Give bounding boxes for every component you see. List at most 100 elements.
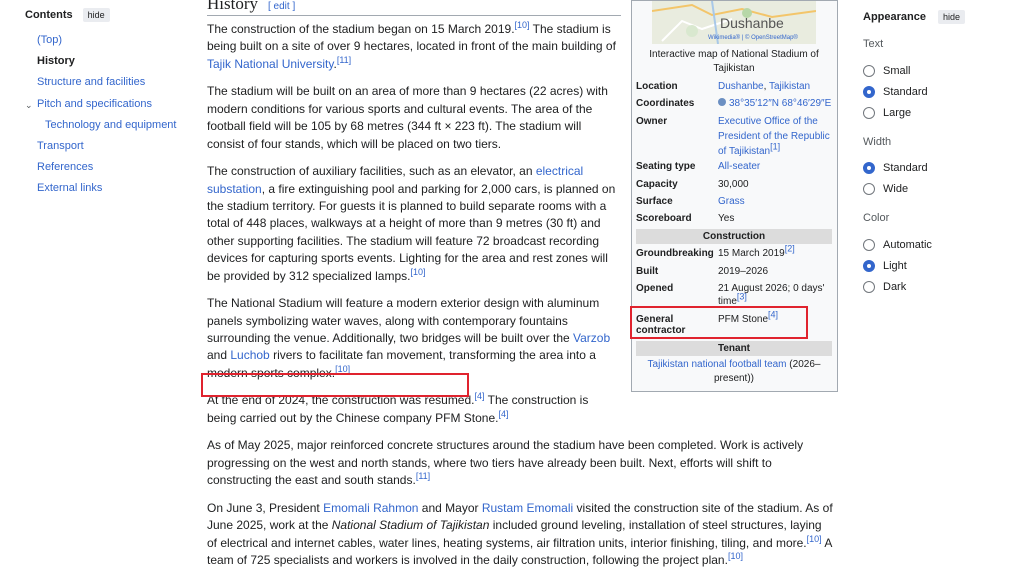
grass-link[interactable]: Grass <box>718 195 832 208</box>
paragraph-3: The construction of auxiliary facilities… <box>207 163 621 285</box>
radio-button[interactable] <box>863 85 875 98</box>
color-dark-option[interactable]: Dark <box>863 276 1013 297</box>
table-of-contents: Contents hide (Top) History Structure an… <box>25 8 185 203</box>
row-label: Surface <box>636 196 673 207</box>
infobox-row-capacity: Capacity 30,000 <box>636 178 832 191</box>
row-value: 30,000 <box>718 179 749 190</box>
reference-link[interactable]: [2] <box>785 244 795 254</box>
option-label: Large <box>883 106 912 119</box>
rustam-emomali-link[interactable]: Rustam Emomali <box>482 501 573 515</box>
toc-item-references[interactable]: References <box>25 160 185 181</box>
text: 21 August 2026; 0 days' time <box>718 283 825 307</box>
infobox-row-opened: Opened 21 August 2026; 0 days' time[3] <box>636 282 832 308</box>
map-caption: Interactive map of National Stadium of T… <box>649 49 819 74</box>
toc-item-external-links[interactable]: External links <box>25 181 185 202</box>
radio-button[interactable] <box>863 280 875 293</box>
color-light-option[interactable]: Light <box>863 255 1013 276</box>
toc-item-top[interactable]: (Top) <box>25 33 185 54</box>
radio-button[interactable] <box>863 106 875 119</box>
row-value: Executive Office of the President of the… <box>718 114 832 159</box>
map-credit[interactable]: Wikimedia® | © OpenStreetMap® <box>708 32 798 44</box>
emomali-rahmon-link[interactable]: Emomali Rahmon <box>323 501 418 515</box>
toc-title: Contents <box>25 9 73 21</box>
paragraph-7: On June 3, President Emomali Rahmon and … <box>207 500 834 570</box>
infobox-row-built: Built 2019–2026 <box>636 265 832 278</box>
option-label: Small <box>883 64 911 77</box>
tenant-section-header: Tenant <box>636 341 832 356</box>
toc-item-structure[interactable]: Structure and facilities <box>25 75 185 96</box>
luchob-link[interactable]: Luchob <box>230 348 269 362</box>
row-label: Scoreboard <box>636 213 692 224</box>
reference-link[interactable]: [1] <box>770 142 780 152</box>
radio-button[interactable] <box>863 259 875 272</box>
text: As of May 2025, major reinforced concret… <box>207 438 804 488</box>
appearance-hide-button[interactable]: hide <box>937 10 965 24</box>
reference-link[interactable]: [11] <box>416 471 430 481</box>
toc-hide-button[interactable]: hide <box>82 8 110 22</box>
radio-button[interactable] <box>863 238 875 251</box>
dushanbe-link[interactable]: Dushanbe <box>718 81 764 92</box>
reference-link[interactable]: [10] <box>515 20 530 30</box>
row-label: Owner <box>636 116 668 127</box>
text-size-standard-option[interactable]: Standard <box>863 81 1013 102</box>
paragraph-1: The construction of the stadium began on… <box>207 21 621 73</box>
infobox-row-coordinates: Coordinates 38°35′12″N 68°46′29″E <box>636 97 832 110</box>
chevron-down-icon[interactable]: ⌄ <box>25 98 33 112</box>
appearance-panel: Appearance hide Text Small Standard Larg… <box>863 10 1013 298</box>
text-size-small-option[interactable]: Small <box>863 60 1013 81</box>
toc-item-pitch[interactable]: ⌄ Pitch and specifications <box>25 97 185 118</box>
reference-link[interactable]: [10] <box>728 551 743 561</box>
reference-link[interactable]: [4] <box>499 409 509 419</box>
reference-link[interactable]: [10] <box>807 534 822 544</box>
row-value: Yes <box>718 213 735 224</box>
row-label: Groundbreaking <box>636 248 714 259</box>
radio-button[interactable] <box>863 64 875 77</box>
toc-item-technology[interactable]: Technology and equipment <box>25 118 185 139</box>
text: The construction of the stadium began on… <box>207 22 515 36</box>
row-label: Location <box>636 81 678 92</box>
reference-link[interactable]: [11] <box>337 55 351 65</box>
text: National Stadium of Tajikistan <box>331 518 490 533</box>
row-label: Built <box>636 266 659 277</box>
globe-icon[interactable] <box>718 98 726 106</box>
row-value: 21 August 2026; 0 days' time[3] <box>718 282 832 308</box>
option-label: Automatic <box>883 238 932 251</box>
infobox-row-location: Location Dushanbe, Tajikistan <box>636 80 832 93</box>
option-label: Standard <box>883 162 928 175</box>
all-seater-link[interactable]: All-seater <box>718 160 832 173</box>
row-label: Coordinates <box>636 98 695 109</box>
tajik-national-university-link[interactable]: Tajik National University <box>207 57 334 71</box>
reference-link[interactable]: [3] <box>737 292 747 302</box>
row-label: Opened <box>636 283 674 294</box>
text: The construction of auxiliary facilities… <box>207 164 536 179</box>
paragraph-4: The National Stadium will feature a mode… <box>207 295 621 382</box>
varzob-link[interactable]: Varzob <box>573 331 610 345</box>
highlight-box <box>201 373 469 397</box>
width-wide-option[interactable]: Wide <box>863 179 1013 200</box>
radio-button[interactable] <box>863 162 875 175</box>
toc-item-history[interactable]: History <box>25 54 185 75</box>
toc-item-transport[interactable]: Transport <box>25 139 185 160</box>
option-label: Light <box>883 259 907 272</box>
reference-link[interactable]: [10] <box>410 267 425 277</box>
tenant-value: Tajikistan national football team (2026–… <box>636 358 832 386</box>
construction-section-header: Construction <box>636 229 832 244</box>
row-value: 15 March 2019[2] <box>718 244 832 260</box>
row-label: Seating type <box>636 161 696 172</box>
color-automatic-option[interactable]: Automatic <box>863 234 1013 255</box>
radio-button[interactable] <box>863 183 875 196</box>
option-label: Standard <box>883 85 928 98</box>
infobox-row-owner: Owner Executive Office of the President … <box>636 114 832 159</box>
appearance-title: Appearance <box>863 11 926 23</box>
coordinates-link[interactable]: 38°35′12″N 68°46′29″E <box>729 98 831 109</box>
interactive-map[interactable]: Dushanbe Wikimedia® | © OpenStreetMap® <box>652 1 816 44</box>
row-value: 2019–2026 <box>718 266 769 277</box>
text: The National Stadium will feature a mode… <box>207 296 600 346</box>
width-standard-option[interactable]: Standard <box>863 158 1013 179</box>
map-city-label: Dushanbe <box>720 15 784 31</box>
paragraph-5: At the end of 2024, the construction was… <box>207 392 621 427</box>
text-size-large-option[interactable]: Large <box>863 102 1013 123</box>
reference-link[interactable]: [4] <box>475 391 485 401</box>
tajikistan-football-team-link[interactable]: Tajikistan national football team <box>648 359 787 370</box>
tajikistan-link[interactable]: Tajikistan <box>769 81 810 92</box>
